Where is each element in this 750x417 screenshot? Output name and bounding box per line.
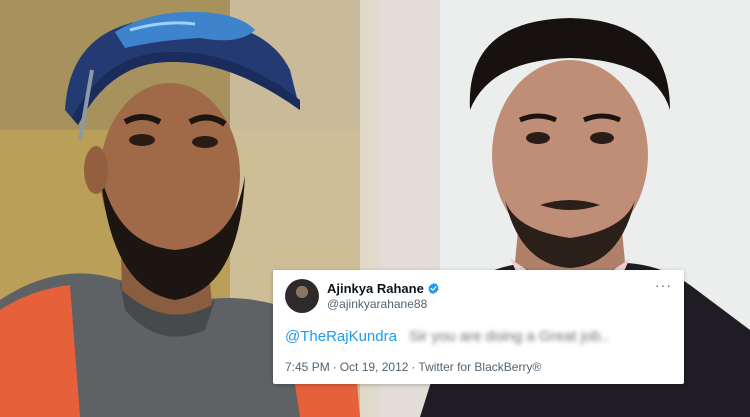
meta-separator: · <box>332 360 337 374</box>
tweet-card: Ajinkya Rahane @ajinkyarahane88 ··· @The… <box>273 270 684 384</box>
author-name-row: Ajinkya Rahane <box>327 281 440 296</box>
tweet-metadata: 7:45 PM · Oct 19, 2012 · Twitter for Bla… <box>285 360 672 374</box>
tweet-date[interactable]: Oct 19, 2012 <box>340 360 409 374</box>
tweet-time[interactable]: 7:45 PM <box>285 360 330 374</box>
author-display-name[interactable]: Ajinkya Rahane <box>327 281 424 296</box>
author-handle[interactable]: @ajinkyarahane88 <box>327 297 440 311</box>
image-canvas: Ajinkya Rahane @ajinkyarahane88 ··· @The… <box>0 0 750 417</box>
blurred-tweet-text: Sir you are doing a Great job.. <box>408 328 610 345</box>
tweet-source[interactable]: Twitter for BlackBerry® <box>418 360 541 374</box>
tweet-author: Ajinkya Rahane @ajinkyarahane88 <box>327 281 440 311</box>
mention-link[interactable]: @TheRajKundra <box>285 328 397 346</box>
avatar[interactable] <box>285 279 319 313</box>
tweet-header: Ajinkya Rahane @ajinkyarahane88 <box>285 278 672 314</box>
tweet-text: @TheRajKundra Sir you are doing a Great … <box>285 328 672 346</box>
meta-separator: · <box>411 360 416 374</box>
more-options-icon[interactable]: ··· <box>655 278 672 292</box>
verified-badge-icon <box>428 282 439 295</box>
